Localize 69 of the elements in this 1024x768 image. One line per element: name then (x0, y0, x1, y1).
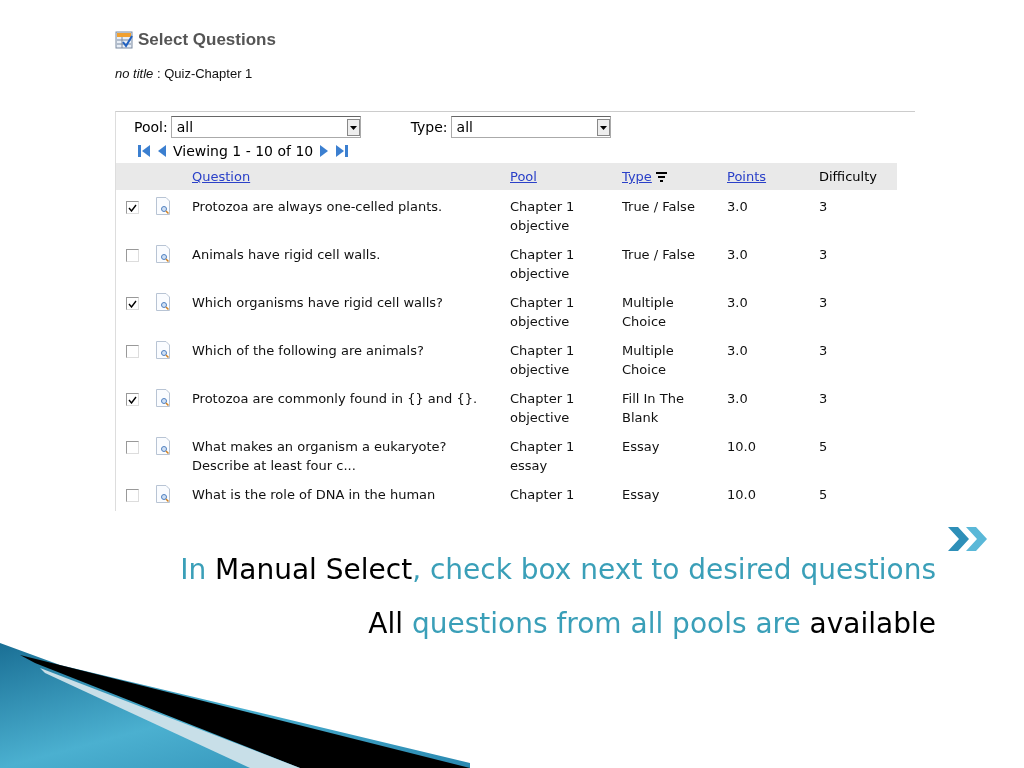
document-preview-icon[interactable] (156, 389, 170, 407)
pager-text: Viewing 1 - 10 of 10 (173, 143, 314, 159)
difficulty-cell-text: 3 (818, 246, 829, 264)
sort-icon[interactable] (655, 171, 667, 182)
document-preview-icon[interactable] (156, 341, 170, 359)
row-checkbox[interactable] (126, 345, 139, 358)
points-cell-text: 3.0 (726, 198, 749, 216)
filter-label: Type: (410, 119, 448, 135)
page-title: Select Questions (138, 30, 276, 50)
points-cell-text: 3.0 (726, 342, 749, 360)
document-preview-icon[interactable] (156, 293, 170, 311)
pool-cell-text: Chapter 1 objective (509, 390, 576, 427)
filter-dropdown[interactable]: all (170, 116, 361, 138)
previous-page-icon[interactable] (157, 144, 166, 158)
row-checkbox[interactable] (126, 201, 139, 214)
difficulty-cell-text: 3 (818, 198, 829, 216)
first-page-icon[interactable] (138, 144, 150, 158)
row-checkbox[interactable] (126, 249, 139, 262)
type-cell-text: Fill In The Blank (621, 390, 685, 427)
filter-label: Pool: (134, 119, 168, 135)
points-cell-text: 10.0 (726, 438, 757, 456)
question-cell-text: Which of the following are animals? (191, 342, 425, 360)
pool-cell-text: Chapter 1 objective (509, 246, 576, 283)
difficulty-cell-text: 3 (818, 294, 829, 312)
row-checkbox[interactable] (126, 393, 139, 406)
document-preview-icon[interactable] (156, 485, 170, 503)
type-cell-text: Multiple Choice (621, 342, 675, 379)
question-cell-text: What makes an organism a eukaryote? Describe at least four c... (191, 438, 448, 475)
row-checkbox[interactable] (126, 441, 139, 454)
document-preview-icon[interactable] (156, 245, 170, 263)
filter-dropdown[interactable]: all (450, 116, 611, 138)
difficulty-cell-text: 5 (818, 486, 829, 504)
document-preview-icon[interactable] (156, 437, 170, 455)
question-cell-text: What is the role of DNA in the human (191, 486, 437, 504)
document-preview-icon[interactable] (156, 197, 170, 215)
pool-cell-text: Chapter 1 objective (509, 198, 576, 235)
checklist-icon (115, 31, 133, 49)
caption-line: In Manual Select, check box next to desired questions (179, 552, 937, 588)
column-header-link[interactable]: Pool (510, 169, 537, 184)
row-checkbox[interactable] (126, 297, 139, 310)
difficulty-cell-text: 3 (818, 390, 829, 408)
column-header-link[interactable]: Points (727, 169, 767, 184)
last-page-icon[interactable] (336, 144, 349, 158)
row-checkbox[interactable] (126, 489, 139, 502)
pool-cell-text: Chapter 1 objective (509, 342, 576, 379)
points-cell-text: 3.0 (726, 246, 749, 264)
pool-cell-text: Chapter 1 essay (509, 438, 576, 475)
points-cell-text: 3.0 (726, 390, 749, 408)
type-cell-text: Essay (621, 486, 661, 504)
type-cell-text: Multiple Choice (621, 294, 675, 331)
question-cell-text: Which organisms have rigid cell walls? (191, 294, 444, 312)
points-cell-text: 3.0 (726, 294, 749, 312)
question-cell-text: Protozoa are commonly found in {} and {}. (191, 390, 479, 408)
points-cell-text: 10.0 (726, 486, 757, 504)
question-cell-text: Protozoa are always one-celled plants. (191, 198, 444, 216)
quiz-subtitle: no title : Quiz-Chapter 1 (115, 66, 254, 81)
column-header: Difficulty (819, 169, 877, 184)
pool-cell-text: Chapter 1 objective (509, 294, 576, 331)
difficulty-cell-text: 5 (818, 438, 829, 456)
pool-cell-text: Chapter 1 (509, 486, 576, 504)
type-cell-text: True / False (621, 246, 696, 264)
caption-line: All questions from all pools are available (367, 606, 937, 642)
column-header-link[interactable]: Type (622, 169, 652, 184)
next-page-icon[interactable] (320, 144, 330, 158)
type-cell-text: Essay (621, 438, 661, 456)
type-cell-text: True / False (621, 198, 696, 216)
column-header-link[interactable]: Question (192, 169, 251, 184)
difficulty-cell-text: 3 (818, 342, 829, 360)
question-cell-text: Animals have rigid cell walls. (191, 246, 382, 264)
